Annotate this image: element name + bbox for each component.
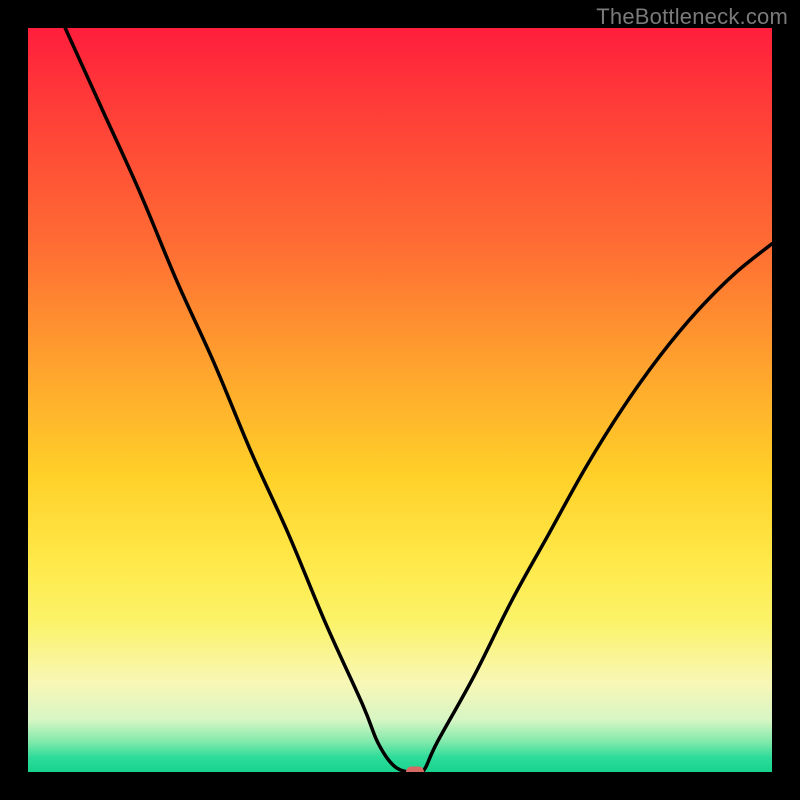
optimum-marker [406,767,424,773]
chart-container: TheBottleneck.com [0,0,800,800]
curve-layer [28,28,772,772]
bottleneck-curve-path [65,28,772,772]
plot-area [28,28,772,772]
watermark-text: TheBottleneck.com [596,4,788,30]
